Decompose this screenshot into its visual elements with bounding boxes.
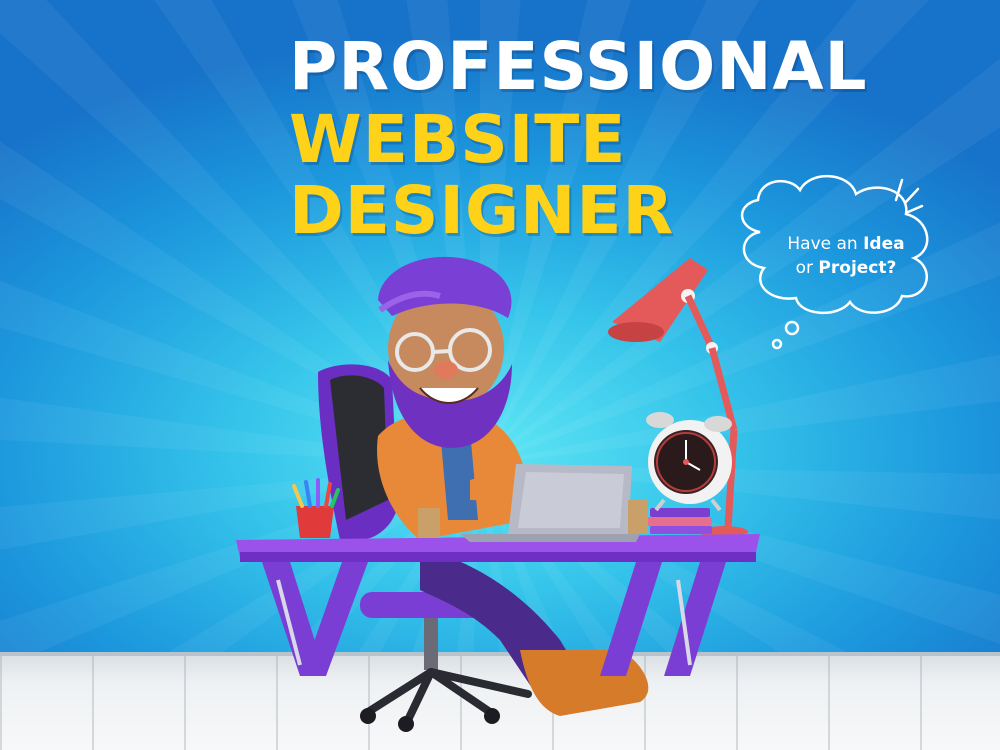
bubble-text-part1: Have an — [787, 234, 864, 254]
bubble-text-bold-project: Project? — [818, 258, 897, 278]
bubble-text-part2: or — [795, 258, 819, 278]
books-icon — [646, 508, 712, 534]
poster: PROFESSIONAL WEBSITE DESIGNER Have an Id… — [0, 0, 1000, 750]
alarm-clock-icon — [646, 412, 732, 512]
bubble-text-bold-idea: Idea — [863, 234, 905, 254]
designer-illustration — [236, 175, 929, 732]
thought-bubble-text: Have an Idea or Project? — [766, 232, 926, 280]
